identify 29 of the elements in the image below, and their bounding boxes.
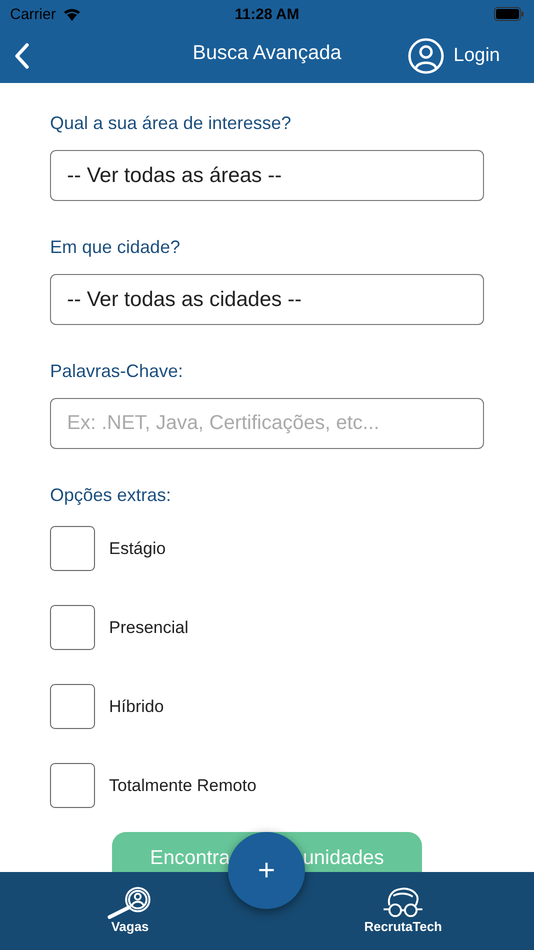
button-text: Encontra: [150, 847, 230, 870]
checkbox[interactable]: [50, 605, 95, 650]
keywords-field[interactable]: Ex: .NET, Java, Certificações, etc...: [50, 398, 484, 449]
add-button[interactable]: +: [228, 832, 305, 909]
button-text: unidades: [302, 847, 384, 870]
option-label: Estágio: [109, 538, 166, 558]
wifi-icon: [62, 7, 82, 21]
option-label: Totalmente Remoto: [109, 776, 256, 796]
checkbox[interactable]: [50, 763, 95, 808]
user-icon: [408, 38, 444, 74]
status-time: 11:28 AM: [234, 6, 300, 22]
checkbox[interactable]: [50, 526, 95, 571]
field-label: Em que cidade?: [50, 237, 182, 258]
options-label: Opções extras:: [50, 485, 172, 506]
option-label: Presencial: [109, 618, 188, 638]
screen-title: Busca Avançada: [192, 42, 342, 65]
option-label: Híbrido: [109, 696, 164, 716]
battery-icon: [494, 7, 524, 21]
carrier-name: Carrier: [10, 6, 56, 22]
tab-item[interactable]: RecrutaTech: [364, 886, 442, 934]
back-icon[interactable]: [14, 42, 30, 68]
select-field[interactable]: -- Ver todas as áreas --: [50, 150, 484, 201]
mascot-glasses-icon: [381, 886, 426, 919]
field-label: Qual a sua área de interesse?: [50, 113, 292, 134]
tab-item[interactable]: Vagas: [105, 886, 155, 934]
select-field[interactable]: -- Ver todas as cidades --: [50, 274, 484, 325]
field-label: Palavras-Chave:: [50, 361, 184, 382]
checkbox[interactable]: [50, 684, 95, 729]
login-button[interactable]: Login: [408, 38, 500, 74]
